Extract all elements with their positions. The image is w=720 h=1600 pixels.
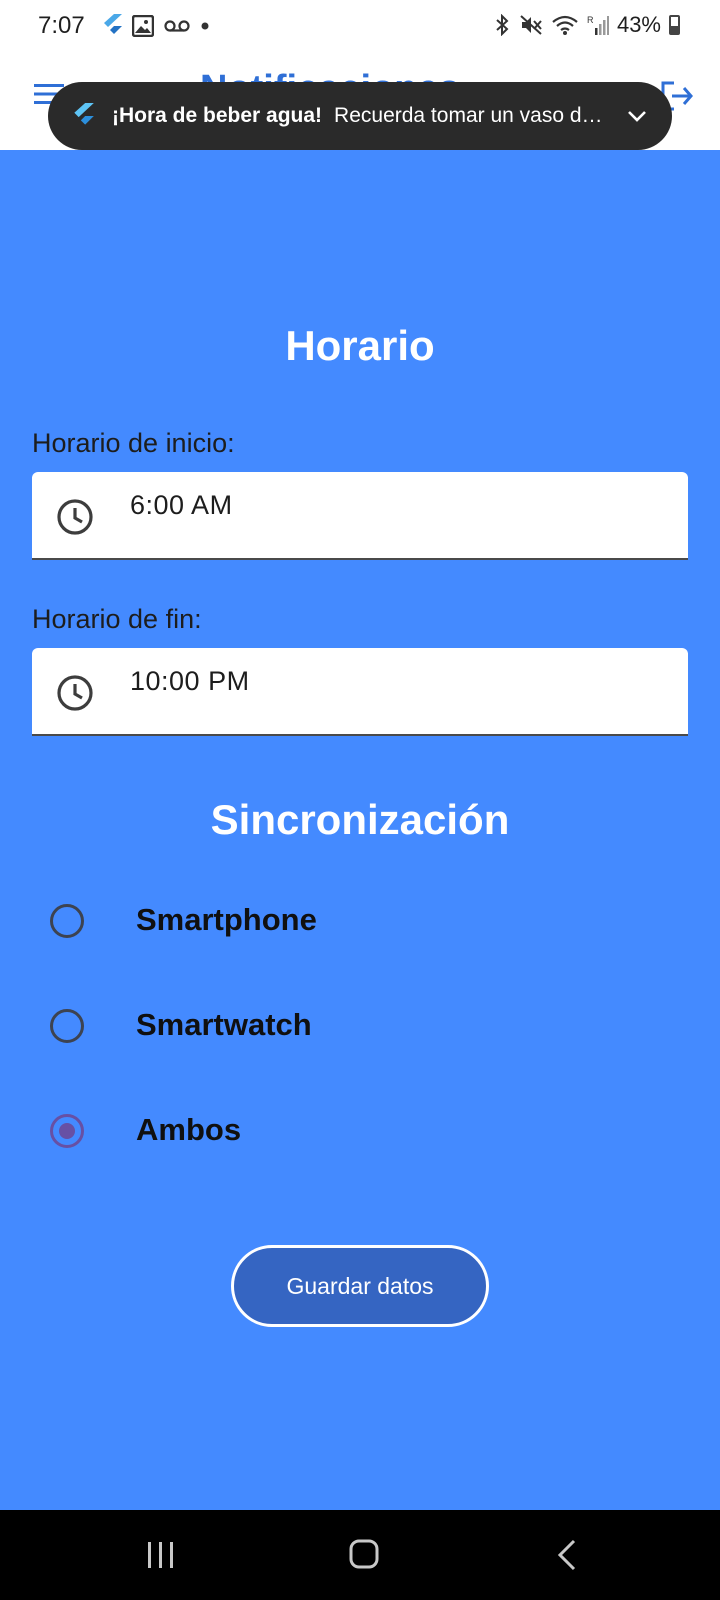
end-time-label: Horario de fin: xyxy=(32,604,202,634)
start-time-label: Horario de inicio: xyxy=(32,428,235,458)
mute-icon xyxy=(520,15,542,35)
back-icon[interactable] xyxy=(556,1538,578,1572)
battery-level: 43% xyxy=(616,12,661,37)
flutter-icon xyxy=(74,103,94,125)
start-time-field[interactable]: 6:00 AM xyxy=(32,472,688,560)
save-button[interactable]: Guardar datos xyxy=(231,1245,489,1327)
radio-button[interactable] xyxy=(50,904,84,938)
status-notification-icons xyxy=(102,14,210,38)
radio-label: Smartwatch xyxy=(136,1007,312,1042)
radio-button[interactable] xyxy=(50,1009,84,1043)
radio-option-smartphone[interactable]: Smartphone xyxy=(48,892,688,952)
signal-icon: R xyxy=(587,15,609,35)
wifi-icon xyxy=(552,15,578,35)
radio-label: Ambos xyxy=(136,1112,242,1147)
clock-icon xyxy=(57,499,93,535)
navigation-bar xyxy=(0,1510,720,1600)
status-bar: 7:07 R 43% xyxy=(0,0,720,52)
battery-icon xyxy=(669,15,680,35)
svg-text:R: R xyxy=(587,15,594,25)
image-icon xyxy=(132,15,154,37)
radio-button-selected[interactable] xyxy=(50,1114,84,1148)
home-icon[interactable] xyxy=(348,1538,380,1570)
chevron-down-icon[interactable] xyxy=(624,103,650,129)
radio-option-ambos[interactable]: Ambos xyxy=(48,1102,688,1162)
sync-title: Sincronización xyxy=(210,796,510,843)
voicemail-icon xyxy=(164,20,190,32)
notification-text: Recuerda tomar un vaso de agua xyxy=(334,104,610,127)
end-time-value: 10:00 PM xyxy=(130,666,250,696)
clock-icon xyxy=(57,675,93,711)
schedule-title: Horario xyxy=(285,322,435,369)
heads-up-notification[interactable]: ¡Hora de beber agua! Recuerda tomar un v… xyxy=(48,82,672,150)
radio-option-smartwatch[interactable]: Smartwatch xyxy=(48,997,688,1057)
start-time-value: 6:00 AM xyxy=(130,490,233,520)
dot-icon xyxy=(201,22,209,30)
main-content: Horario Horario de inicio: 6:00 AM Horar… xyxy=(0,150,720,1510)
recent-apps-icon[interactable] xyxy=(146,1540,176,1570)
status-system-icons: R 43% xyxy=(493,12,680,38)
radio-label: Smartphone xyxy=(136,902,317,937)
bluetooth-icon xyxy=(496,14,509,36)
flutter-icon xyxy=(104,14,122,34)
end-time-field[interactable]: 10:00 PM xyxy=(32,648,688,736)
notification-title: ¡Hora de beber agua! xyxy=(112,104,323,127)
status-time: 7:07 xyxy=(38,12,85,39)
